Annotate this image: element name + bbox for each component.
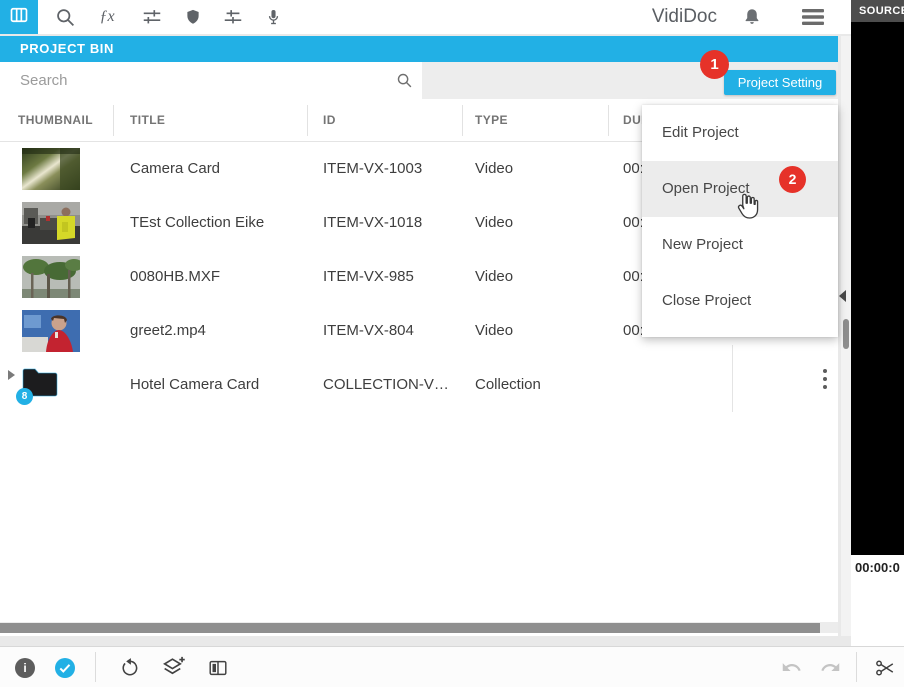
row-duration: 00: bbox=[623, 250, 644, 304]
row-type: Video bbox=[475, 142, 513, 196]
row-id: ITEM-VX-985 bbox=[323, 250, 414, 304]
row-title: Hotel Camera Card bbox=[130, 358, 259, 412]
effects-icon[interactable]: ƒx bbox=[92, 0, 122, 34]
top-toolbar: ƒx VidiDoc bbox=[0, 0, 851, 34]
column-separator bbox=[732, 345, 733, 412]
cut-scissors-icon[interactable] bbox=[872, 647, 898, 687]
row-type: Video bbox=[475, 196, 513, 250]
thumbnail-camera-card bbox=[22, 148, 80, 190]
rotate-refresh-icon[interactable] bbox=[117, 647, 143, 687]
row-duration: 00: bbox=[623, 142, 644, 196]
col-header-thumbnail[interactable]: THUMBNAIL bbox=[18, 100, 93, 141]
source-panel: SOURCE 00:00:0 bbox=[851, 0, 904, 646]
source-video-viewer[interactable] bbox=[851, 22, 904, 555]
undo-icon[interactable] bbox=[778, 647, 804, 687]
thumbnail-greeting-person bbox=[22, 310, 80, 352]
adjustments-icon[interactable] bbox=[137, 0, 167, 34]
sliders-icon[interactable] bbox=[218, 0, 248, 34]
table-row-collection[interactable]: Hotel Camera Card COLLECTION-V… Collecti… bbox=[0, 358, 838, 412]
approve-check-icon[interactable] bbox=[52, 647, 78, 687]
row-title: greet2.mp4 bbox=[130, 304, 206, 358]
panel-collapse-arrow-icon[interactable] bbox=[839, 290, 846, 302]
search-tool-icon[interactable] bbox=[50, 0, 80, 34]
menu-item-edit-project[interactable]: Edit Project bbox=[642, 105, 838, 161]
hamburger-menu-icon[interactable] bbox=[796, 0, 830, 34]
row-type: Video bbox=[475, 250, 513, 304]
source-timecode: 00:00:0 bbox=[855, 560, 900, 575]
row-title: 0080HB.MXF bbox=[130, 250, 220, 304]
row-actions-kebab-icon[interactable] bbox=[818, 369, 831, 389]
toolbar-strip: Project Setting bbox=[422, 62, 838, 99]
tab-project-bin[interactable] bbox=[0, 0, 38, 34]
app-window: ƒx VidiDoc PROJECT BIN bbox=[0, 0, 904, 687]
reader-book-icon[interactable] bbox=[205, 647, 231, 687]
film-strip-icon bbox=[8, 5, 30, 30]
search-icon[interactable] bbox=[396, 72, 413, 94]
vertical-scrollbar-thumb[interactable] bbox=[843, 319, 849, 349]
row-id: ITEM-VX-804 bbox=[323, 304, 414, 358]
row-id: ITEM-VX-1003 bbox=[323, 142, 422, 196]
app-title: VidiDoc bbox=[600, 0, 717, 34]
shield-icon[interactable] bbox=[178, 0, 208, 34]
row-type: Video bbox=[475, 304, 513, 358]
row-id: COLLECTION-V… bbox=[323, 358, 449, 412]
row-duration: 00: bbox=[623, 304, 644, 358]
menu-item-close-project[interactable]: Close Project bbox=[642, 273, 838, 329]
col-header-type[interactable]: TYPE bbox=[475, 100, 508, 141]
project-setting-button[interactable]: Project Setting bbox=[724, 70, 836, 95]
collection-count-badge: 8 bbox=[16, 388, 33, 405]
source-panel-title: SOURCE bbox=[851, 0, 904, 22]
col-header-title[interactable]: TITLE bbox=[130, 100, 165, 141]
step-badge-2: 2 bbox=[779, 166, 806, 193]
bottom-toolbar: i bbox=[0, 646, 904, 687]
row-title: TEst Collection Eike bbox=[130, 196, 264, 250]
row-id: ITEM-VX-1018 bbox=[323, 196, 422, 250]
thumbnail-palm-trees bbox=[22, 256, 80, 298]
add-version-layers-icon[interactable] bbox=[158, 647, 188, 687]
expand-caret-icon[interactable] bbox=[8, 370, 15, 380]
row-title: Camera Card bbox=[130, 142, 220, 196]
thumbnail-street-crowd bbox=[22, 202, 80, 244]
hand-cursor-icon bbox=[733, 191, 760, 227]
info-icon[interactable]: i bbox=[12, 647, 38, 687]
row-type: Collection bbox=[475, 358, 541, 412]
row-duration: 00: bbox=[623, 196, 644, 250]
col-header-id[interactable]: ID bbox=[323, 100, 336, 141]
notifications-bell-icon[interactable] bbox=[737, 0, 767, 34]
step-badge-1: 1 bbox=[700, 50, 729, 79]
microphone-icon[interactable] bbox=[258, 0, 288, 34]
search-input[interactable] bbox=[0, 62, 400, 99]
redo-icon[interactable] bbox=[817, 647, 843, 687]
horizontal-scrollbar-thumb[interactable] bbox=[0, 623, 820, 633]
